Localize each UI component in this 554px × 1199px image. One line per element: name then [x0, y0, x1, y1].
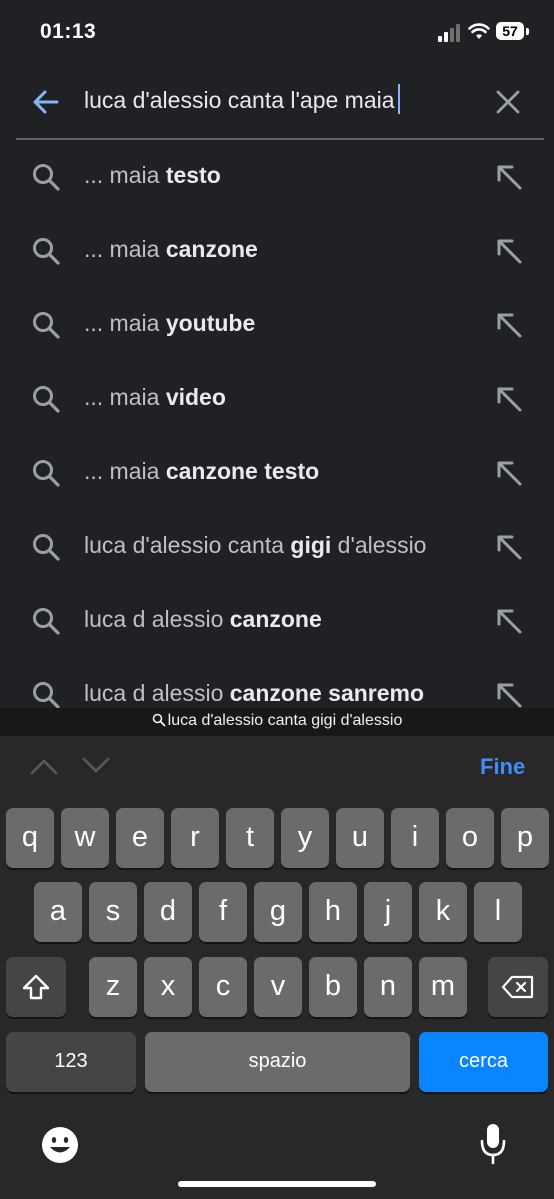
key-p[interactable]: p	[501, 808, 549, 868]
keyboard-suggestion-text: luca d'alessio canta gigi d'alessio	[167, 712, 403, 729]
status-bar: 01:13 57	[0, 0, 554, 66]
key-a[interactable]: a	[34, 882, 82, 942]
fill-arrow-icon[interactable]	[494, 310, 524, 340]
shift-key[interactable]	[6, 957, 66, 1017]
suggestion-text: ... maia canzone testo	[84, 458, 320, 484]
keyboard-suggestion-strip[interactable]: luca d'alessio canta gigi d'alessio	[0, 708, 554, 736]
text-cursor	[397, 84, 400, 114]
key-q[interactable]: q	[6, 808, 54, 868]
emoji-icon[interactable]	[40, 1125, 80, 1165]
suggestion-row[interactable]: ... maia video	[0, 362, 554, 436]
search-query-text: luca d'alessio canta l'ape maia	[84, 87, 395, 113]
search-icon	[33, 164, 60, 191]
search-icon	[152, 713, 166, 727]
chevron-down-icon[interactable]	[82, 756, 110, 776]
key-u[interactable]: u	[336, 808, 384, 868]
key-j[interactable]: j	[364, 882, 412, 942]
key-d[interactable]: d	[144, 882, 192, 942]
status-time: 01:13	[40, 20, 97, 43]
suggestion-text: ... maia youtube	[84, 310, 256, 336]
search-icon	[33, 534, 60, 561]
backspace-icon	[501, 975, 534, 999]
search-icon	[33, 608, 60, 635]
search-key[interactable]: cerca	[419, 1032, 548, 1092]
done-button[interactable]: Fine	[480, 754, 525, 780]
wifi-icon	[468, 23, 490, 39]
search-icon	[33, 386, 60, 413]
suggestion-text: ... maia canzone	[84, 236, 258, 262]
key-r[interactable]: r	[171, 808, 219, 868]
suggestion-row[interactable]: luca d alessio canzone	[0, 584, 554, 658]
key-t[interactable]: t	[226, 808, 274, 868]
key-i[interactable]: i	[391, 808, 439, 868]
key-l[interactable]: l	[474, 882, 522, 942]
cellular-signal-icon	[438, 24, 460, 42]
suggestion-row[interactable]: luca d alessio canzone sanremo	[0, 658, 554, 708]
fill-arrow-icon[interactable]	[494, 606, 524, 636]
key-h[interactable]: h	[309, 882, 357, 942]
numbers-key[interactable]: 123	[6, 1032, 136, 1092]
fill-arrow-icon[interactable]	[494, 680, 524, 708]
microphone-icon[interactable]	[478, 1122, 508, 1166]
fill-arrow-icon[interactable]	[494, 458, 524, 488]
search-icon	[33, 238, 60, 265]
suggestion-row[interactable]: ... maia testo	[0, 140, 554, 214]
key-b[interactable]: b	[309, 957, 357, 1017]
search-icon	[33, 312, 60, 339]
battery-icon: 57	[496, 22, 530, 41]
key-g[interactable]: g	[254, 882, 302, 942]
suggestion-row[interactable]: ... maia youtube	[0, 288, 554, 362]
suggestion-text: luca d alessio canzone sanremo	[84, 680, 425, 706]
key-k[interactable]: k	[419, 882, 467, 942]
suggestion-text: ... maia testo	[84, 162, 221, 188]
key-o[interactable]: o	[446, 808, 494, 868]
battery-level: 57	[502, 23, 518, 39]
key-e[interactable]: e	[116, 808, 164, 868]
suggestion-row[interactable]: luca d'alessio canta gigi d'alessio	[0, 510, 554, 584]
key-m[interactable]: m	[419, 957, 467, 1017]
clear-icon[interactable]	[494, 88, 522, 116]
key-c[interactable]: c	[199, 957, 247, 1017]
key-f[interactable]: f	[199, 882, 247, 942]
suggestion-text: luca d alessio canzone	[84, 606, 322, 632]
suggestion-text: luca d'alessio canta gigi d'alessio	[84, 532, 427, 558]
suggestion-row[interactable]: ... maia canzone	[0, 214, 554, 288]
backspace-key[interactable]	[488, 957, 548, 1017]
space-key[interactable]: spazio	[145, 1032, 410, 1092]
fill-arrow-icon[interactable]	[494, 236, 524, 266]
key-v[interactable]: v	[254, 957, 302, 1017]
suggestion-list: ... maia testo ... maia canzone ... maia…	[0, 140, 554, 708]
key-n[interactable]: n	[364, 957, 412, 1017]
fill-arrow-icon[interactable]	[494, 532, 524, 562]
chevron-up-icon[interactable]	[30, 756, 58, 776]
fill-arrow-icon[interactable]	[494, 162, 524, 192]
fill-arrow-icon[interactable]	[494, 384, 524, 414]
suggestion-row[interactable]: ... maia canzone testo	[0, 436, 554, 510]
key-w[interactable]: w	[61, 808, 109, 868]
shift-icon	[22, 974, 50, 1000]
search-icon	[33, 460, 60, 487]
key-z[interactable]: z	[89, 957, 137, 1017]
back-arrow-icon[interactable]	[30, 86, 62, 118]
key-x[interactable]: x	[144, 957, 192, 1017]
suggestion-text: ... maia video	[84, 384, 226, 410]
search-input[interactable]: luca d'alessio canta l'ape maia	[84, 84, 400, 114]
key-y[interactable]: y	[281, 808, 329, 868]
home-indicator[interactable]	[178, 1181, 376, 1187]
key-s[interactable]: s	[89, 882, 137, 942]
search-icon	[33, 682, 60, 708]
